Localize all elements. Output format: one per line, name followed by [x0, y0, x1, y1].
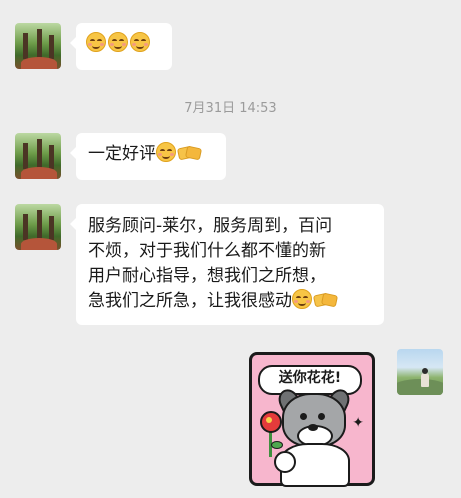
- smile-emoji-icon: [130, 32, 150, 52]
- handshake-emoji-icon: [312, 290, 339, 308]
- message-timestamp: 7月31日 14:53: [184, 101, 277, 116]
- contact-avatar[interactable]: [15, 204, 61, 250]
- dog-eye: [318, 413, 325, 420]
- message-bubble[interactable]: [70, 23, 172, 70]
- message-bubble[interactable]: 服务顾问-莱尔，服务周到，百问 不烦，对于我们什么都不懂的新 用户耐心指导，想我…: [70, 204, 384, 325]
- sparkle-icon: ✦: [352, 415, 364, 431]
- handshake-emoji-icon: [176, 143, 203, 161]
- message-text-line: 不烦，对于我们什么都不懂的新: [88, 241, 326, 261]
- message-text-line-with-emoji: 急我们之所急，让我很感动: [88, 289, 372, 314]
- message-text-line: 用户耐心指导，想我们之所想，: [88, 266, 326, 286]
- message-text: 一定好评: [88, 144, 156, 164]
- message-text-line: 服务顾问-莱尔，服务周到，百问: [88, 216, 333, 236]
- flower-leaf: [271, 441, 283, 449]
- message-text-line: 急我们之所急，让我很感动: [88, 291, 292, 311]
- smile-emoji-icon: [292, 289, 312, 309]
- contact-avatar[interactable]: [15, 23, 61, 69]
- flower-center: [266, 417, 272, 423]
- smile-emoji-icon: [108, 32, 128, 52]
- dog-paw: [274, 451, 296, 473]
- dog-nose: [308, 424, 318, 431]
- dog-eye: [300, 413, 307, 420]
- sticker-caption: 送你花花!: [258, 365, 362, 395]
- smile-emoji-icon: [156, 142, 176, 162]
- dog-flower-sticker[interactable]: 送你花花! ✦: [249, 352, 375, 487]
- my-avatar[interactable]: [397, 349, 443, 395]
- smile-emoji-icon: [86, 32, 106, 52]
- message-bubble[interactable]: 一定好评: [70, 133, 226, 180]
- contact-avatar[interactable]: [15, 133, 61, 179]
